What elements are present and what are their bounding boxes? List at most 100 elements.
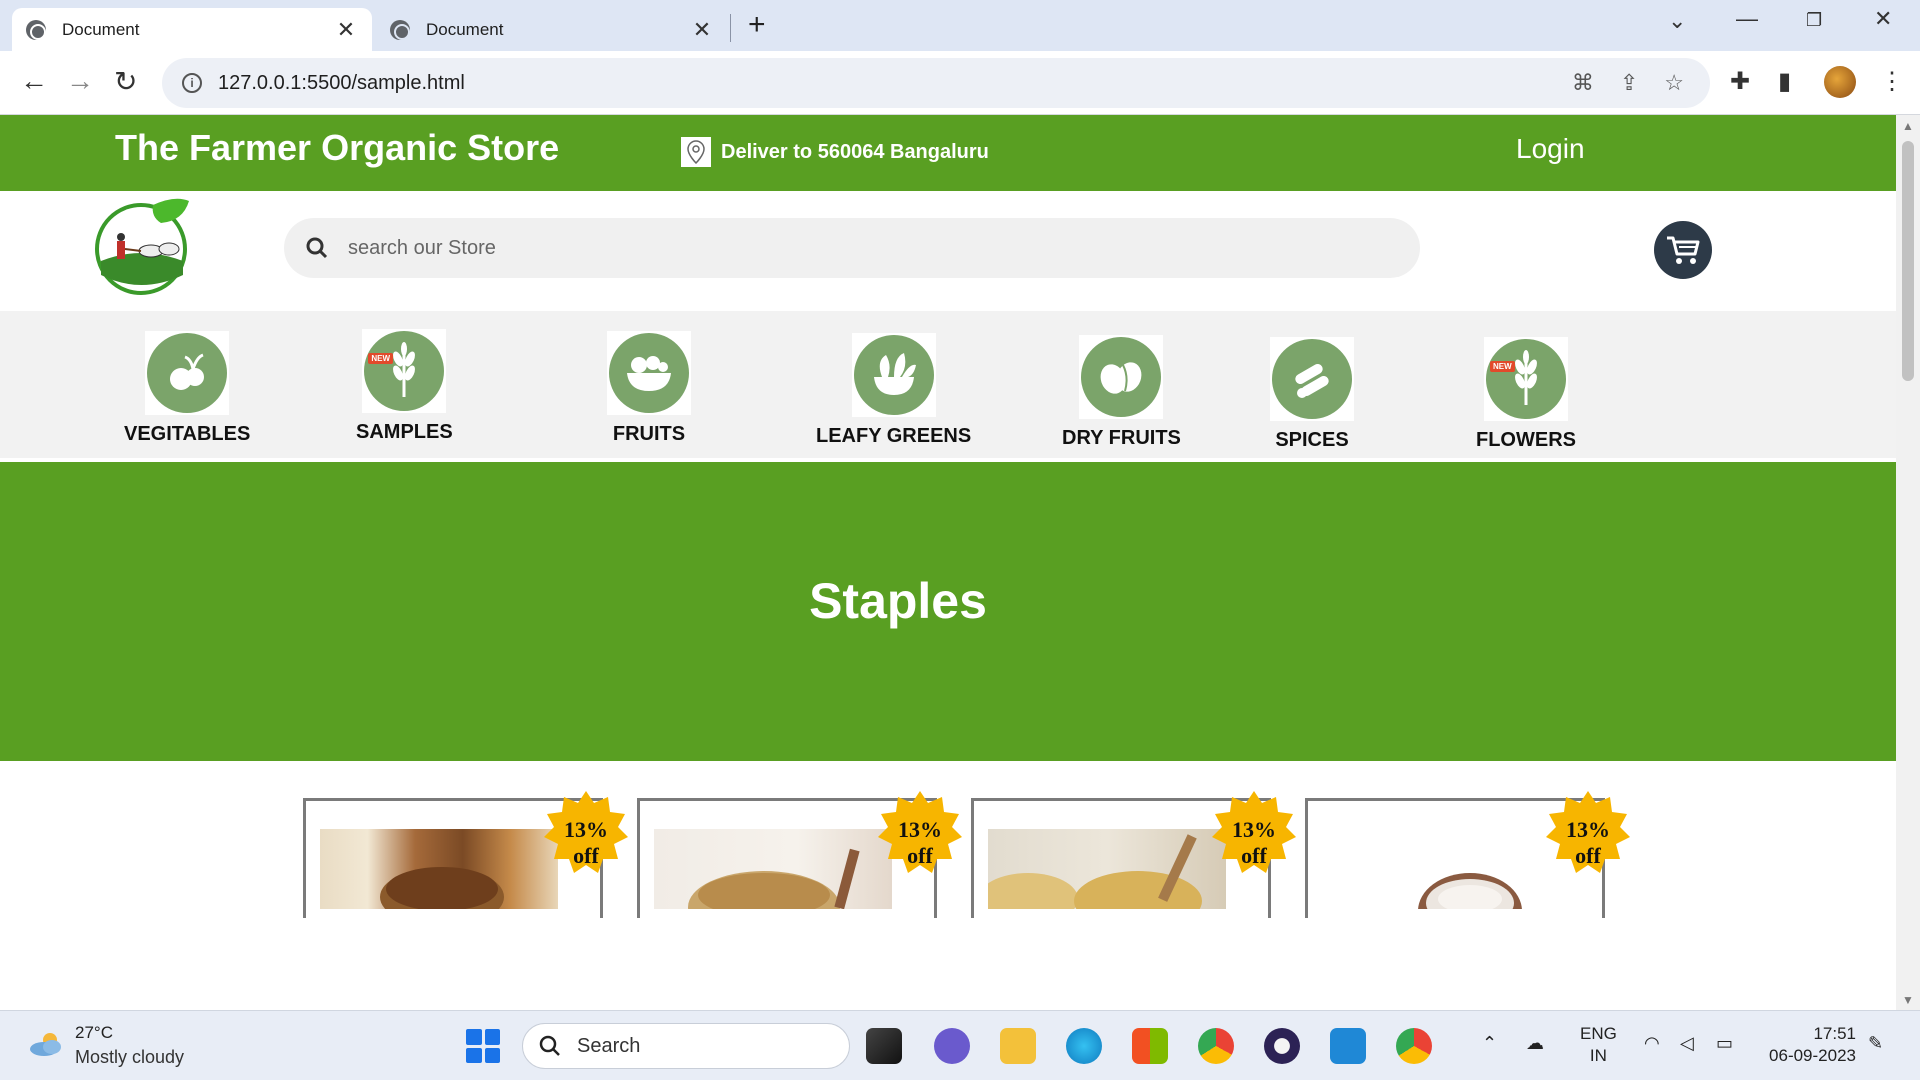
address-bar[interactable]: i 127.0.0.1:5500/sample.html ⌘ ⇪ ☆: [162, 58, 1710, 108]
site-info-icon[interactable]: i: [182, 73, 202, 93]
category-flowers[interactable]: NEW FLOWERS: [1476, 337, 1576, 452]
extensions-icon[interactable]: ✚: [1730, 67, 1750, 96]
notifications-icon[interactable]: ✎: [1868, 1033, 1883, 1054]
site-top-bar: The Farmer Organic Store Deliver to 5600…: [0, 115, 1896, 191]
taskbar-search[interactable]: Search: [522, 1023, 850, 1069]
search-input[interactable]: [348, 236, 1248, 260]
category-vegetables[interactable]: VEGITABLES: [124, 331, 250, 446]
tab-strip: Document ✕ Document ✕ + ⌄ — ❐ ✕: [0, 0, 1920, 51]
cart-button[interactable]: [1654, 221, 1712, 279]
restore-button[interactable]: ❐: [1806, 10, 1822, 31]
store-logo[interactable]: [95, 195, 191, 295]
category-bar: VEGITABLES NEW SAMPLES FRUITS LEAFY GREE…: [0, 311, 1896, 458]
category-label: DRY FRUITS: [1062, 427, 1181, 449]
deliver-location[interactable]: Deliver to 560064 Bangaluru: [681, 137, 989, 167]
vscode-icon[interactable]: [1330, 1028, 1366, 1064]
chrome-icon[interactable]: [1198, 1028, 1234, 1064]
cart-icon: [1667, 236, 1700, 264]
close-window-button[interactable]: ✕: [1874, 6, 1892, 32]
minimize-button[interactable]: —: [1736, 6, 1758, 32]
product-card[interactable]: 13% off: [1305, 791, 1630, 918]
category-fruits[interactable]: FRUITS: [607, 331, 691, 446]
reload-icon[interactable]: ↻: [114, 65, 137, 98]
teams-chat-icon[interactable]: [934, 1028, 970, 1064]
taskbar-search-label: Search: [577, 1034, 641, 1057]
web-page: The Farmer Organic Store Deliver to 5600…: [0, 115, 1896, 1010]
hero-banner: Staples: [0, 462, 1896, 761]
discount-text: 13% off: [564, 817, 608, 868]
spices-icon: [1270, 337, 1354, 421]
task-view-icon[interactable]: [866, 1028, 902, 1064]
microsoft-store-icon[interactable]: [1132, 1028, 1168, 1064]
menu-dots-icon[interactable]: ⋮: [1880, 67, 1904, 96]
category-leafy-greens[interactable]: LEAFY GREENS: [816, 333, 971, 448]
battery-icon[interactable]: ▭: [1716, 1033, 1733, 1054]
store-title[interactable]: The Farmer Organic Store: [115, 127, 559, 169]
chrome-profile-icon[interactable]: [1396, 1028, 1432, 1064]
translate-icon[interactable]: ⌘: [1572, 70, 1594, 96]
bookmark-star-icon[interactable]: ☆: [1664, 70, 1684, 96]
category-dry-fruits[interactable]: DRY FRUITS: [1062, 335, 1181, 450]
product-image: [654, 829, 892, 909]
back-arrow-icon[interactable]: ←: [20, 65, 48, 97]
category-spices[interactable]: SPICES: [1270, 337, 1354, 452]
scrollbar-thumb[interactable]: [1902, 141, 1914, 381]
weather-description[interactable]: Mostly cloudy: [75, 1047, 184, 1068]
scroll-up-arrow-icon[interactable]: ▲: [1902, 119, 1914, 133]
vegetables-icon: [145, 331, 230, 415]
login-link[interactable]: Login: [1516, 133, 1585, 165]
category-label: LEAFY GREENS: [816, 425, 972, 447]
eclipse-icon[interactable]: [1264, 1028, 1300, 1064]
wheat-icon: NEW: [1484, 337, 1568, 421]
tab-title: Document: [426, 19, 504, 39]
new-tab-button[interactable]: +: [748, 8, 766, 42]
show-hidden-icons-chevron-icon[interactable]: ⌃: [1482, 1033, 1497, 1054]
share-icon[interactable]: ⇪: [1620, 70, 1638, 96]
tab-separator: [730, 14, 731, 42]
category-samples[interactable]: NEW SAMPLES: [356, 329, 453, 444]
store-search-bar[interactable]: [284, 218, 1420, 278]
deliver-text: Deliver to 560064 Bangaluru: [721, 140, 989, 163]
tab-search-icon[interactable]: ⌄: [1668, 8, 1686, 34]
discount-text: 13% off: [898, 817, 942, 868]
category-label: VEGITABLES: [124, 423, 251, 445]
edge-browser-icon[interactable]: [1066, 1028, 1102, 1064]
weather-temperature[interactable]: 27°C: [75, 1023, 113, 1043]
leafy-greens-icon: [851, 333, 936, 417]
product-image: [1322, 829, 1560, 909]
close-tab-icon[interactable]: ✕: [690, 17, 714, 43]
forward-arrow-icon[interactable]: →: [66, 65, 94, 97]
search-icon: [306, 237, 328, 259]
windows-start-icon[interactable]: [466, 1029, 500, 1063]
language-indicator[interactable]: ENG IN: [1580, 1023, 1617, 1067]
url-text[interactable]: 127.0.0.1:5500/sample.html: [218, 72, 1572, 95]
discount-text: 13% off: [1566, 817, 1610, 868]
browser-tab-active[interactable]: Document ✕: [12, 8, 372, 51]
side-panel-icon[interactable]: ▮: [1778, 67, 1791, 96]
file-explorer-icon[interactable]: [1000, 1028, 1036, 1064]
onedrive-cloud-icon[interactable]: ☁: [1526, 1033, 1544, 1054]
system-clock[interactable]: 17:51 06-09-2023: [1760, 1023, 1856, 1067]
new-badge: NEW: [1490, 361, 1515, 372]
category-label: SPICES: [1275, 429, 1349, 451]
tab-title: Document: [62, 19, 140, 39]
hero-title: Staples: [809, 573, 987, 629]
product-card[interactable]: 13% off: [637, 791, 962, 918]
product-image: [988, 829, 1226, 909]
scroll-down-arrow-icon[interactable]: ▼: [1902, 993, 1914, 1007]
browser-tab[interactable]: Document ✕: [376, 8, 728, 51]
wheat-icon: NEW: [362, 329, 447, 413]
category-label: SAMPLES: [356, 421, 453, 443]
discount-text: 13% off: [1232, 817, 1276, 868]
product-card[interactable]: 13% off: [971, 791, 1296, 918]
volume-icon[interactable]: ◁: [1680, 1033, 1694, 1054]
search-icon: [539, 1035, 560, 1056]
page-scrollbar[interactable]: ▲ ▼: [1896, 115, 1920, 1010]
profile-avatar[interactable]: [1824, 66, 1856, 98]
wifi-icon[interactable]: ◠: [1644, 1033, 1660, 1054]
cloudy-weather-icon[interactable]: [28, 1031, 64, 1057]
close-tab-icon[interactable]: ✕: [334, 17, 358, 43]
product-image: [320, 829, 558, 909]
location-pin-icon: [681, 137, 711, 167]
product-card[interactable]: 13% off: [303, 791, 628, 918]
